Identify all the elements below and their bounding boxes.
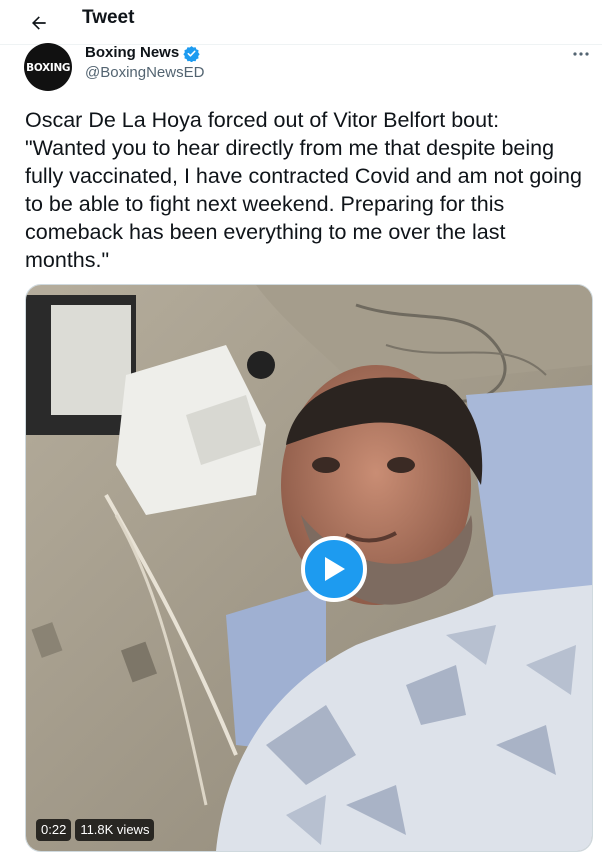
avatar[interactable]: BOXING [24,43,72,91]
verified-badge-icon [183,45,200,62]
more-dots-icon [573,52,589,56]
video-duration: 0:22 [36,819,72,841]
video-views: 11.8K views [75,819,155,841]
video-info: 0:22 11.8K views [36,819,155,841]
play-button[interactable] [301,536,367,602]
video-player[interactable]: 0:22 11.8K views [25,284,593,852]
more-options-button[interactable] [566,44,596,64]
author-name[interactable]: Boxing News [85,43,200,63]
play-icon [325,557,345,581]
author-handle[interactable]: @BoxingNewsED [85,63,204,83]
avatar-logo: BOXING [25,60,71,74]
top-bar: Tweet [0,0,602,45]
author-name-text: Boxing News [85,44,180,61]
back-button[interactable] [22,6,56,40]
arrow-left-icon [32,16,46,30]
tweet-text: Oscar De La Hoya forced out of Vitor Bel… [25,108,582,272]
page-title: Tweet [82,7,135,28]
